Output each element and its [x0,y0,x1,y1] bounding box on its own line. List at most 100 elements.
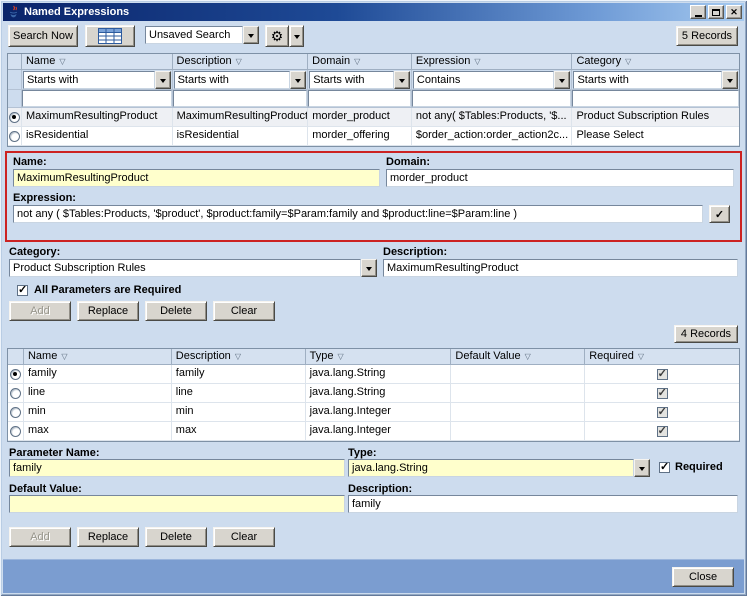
clear-button[interactable]: Clear [213,301,275,321]
filter-row: Starts with Starts with Starts with Cont… [8,70,739,90]
domain-field[interactable] [386,169,734,187]
table-row[interactable]: isResidential isResidential morder_offer… [8,127,739,146]
clear-parameter-button[interactable]: Clear [213,527,275,547]
chevron-down-icon [248,34,254,41]
column-header-required[interactable]: Required [585,349,739,365]
chevron-down-icon[interactable] [634,459,650,477]
column-header-description[interactable]: Description [172,349,306,365]
header-row: Name Description Domain Expression Categ… [8,54,739,70]
restore-icon [712,9,720,16]
filter-input-spacer [8,90,22,108]
row-radio[interactable] [10,426,21,437]
validate-expression-button[interactable]: ✓ [709,205,730,223]
parameters-table: Name Description Type Default Value Requ… [7,348,740,442]
filter-combo-description[interactable]: Starts with [174,71,307,89]
chevron-down-icon[interactable] [394,71,410,89]
cell-name: max [24,422,172,441]
header-row: Name Description Type Default Value Requ… [8,349,739,365]
add-button[interactable]: Add [9,301,71,321]
replace-parameter-button[interactable]: Replace [77,527,139,547]
parameter-row[interactable]: max max java.lang.Integer [8,422,739,441]
filter-combo-category[interactable]: Starts with [573,71,738,89]
chevron-down-icon[interactable] [155,71,171,89]
checkbox-icon[interactable] [17,285,28,296]
parameter-records-count-button[interactable]: 4 Records [674,325,738,343]
row-radio[interactable] [9,112,20,123]
cell-description: line [172,384,306,403]
filter-input-row [8,90,739,108]
records-count-button[interactable]: 5 Records [676,26,738,46]
filter-combo-name[interactable]: Starts with [23,71,171,89]
filter-input-category[interactable] [572,90,739,107]
parameter-row[interactable]: min min java.lang.Integer [8,403,739,422]
saved-search-dropdown-button[interactable] [243,26,259,44]
category-label: Category: [9,246,60,258]
add-parameter-button[interactable]: Add [9,527,71,547]
cell-name: line [24,384,172,403]
search-results-table: Name Description Domain Expression Categ… [7,53,740,147]
settings-button[interactable]: ⚙ [265,25,289,47]
column-header-type[interactable]: Type [306,349,452,365]
filter-icon [521,350,531,362]
required-label: Required [675,461,723,473]
all-parameters-required-checkbox[interactable]: All Parameters are Required [17,284,181,296]
required-checkbox-group[interactable]: Required [659,461,723,473]
row-radio[interactable] [10,407,21,418]
delete-button[interactable]: Delete [145,301,207,321]
row-radio[interactable] [10,369,21,380]
category-combo[interactable]: Product Subscription Rules [9,259,377,277]
chevron-down-icon[interactable] [361,259,377,277]
parameter-description-field[interactable] [348,495,738,513]
table-grid-icon [98,28,122,44]
settings-dropdown-button[interactable] [289,25,304,47]
table-row[interactable]: MaximumResultingProduct MaximumResulting… [8,108,739,127]
delete-parameter-button[interactable]: Delete [145,527,207,547]
column-header-default-value[interactable]: Default Value [451,349,585,365]
filter-icon [621,55,631,67]
row-radio[interactable] [10,388,21,399]
name-label: Name: [13,156,47,168]
name-field[interactable] [13,169,380,187]
filter-input-expression[interactable] [412,90,572,107]
default-value-field[interactable] [9,495,345,513]
titlebar: Named Expressions ✕ [3,3,744,21]
parameter-row[interactable]: line line java.lang.String [8,384,739,403]
column-header-description[interactable]: Description [173,54,309,70]
type-combo[interactable]: java.lang.String [348,459,650,477]
filter-input-name[interactable] [22,90,172,107]
filter-input-description[interactable] [173,90,308,107]
chevron-down-icon[interactable] [722,71,738,89]
cell-type: java.lang.Integer [306,422,452,441]
row-radio[interactable] [9,131,20,142]
filter-combo-domain[interactable]: Starts with [309,71,410,89]
description-field[interactable] [383,259,738,277]
column-header-domain[interactable]: Domain [308,54,412,70]
close-button[interactable]: Close [672,567,734,587]
parameter-row[interactable]: family family java.lang.String [8,365,739,384]
column-header-name[interactable]: Name [22,54,173,70]
results-grid-button[interactable] [85,25,135,47]
column-header-category[interactable]: Category [572,54,739,70]
minimize-button[interactable] [690,5,706,19]
default-value-label: Default Value: [9,483,82,495]
required-checkbox[interactable] [659,462,670,473]
saved-search-combo[interactable]: Unsaved Search [145,26,259,44]
column-header-name[interactable]: Name [24,349,172,365]
restore-button[interactable] [708,5,724,19]
chevron-down-icon[interactable] [554,71,570,89]
parameter-name-field[interactable] [9,459,345,477]
replace-button[interactable]: Replace [77,301,139,321]
filter-input-domain[interactable] [308,90,411,107]
cell-domain: morder_product [308,108,412,127]
cell-description: family [172,365,306,384]
close-window-button[interactable]: ✕ [726,5,742,19]
search-now-button[interactable]: Search Now [8,25,78,47]
expression-field[interactable] [13,205,703,223]
chevron-down-icon [294,35,300,42]
filter-combo-expression[interactable]: Contains [413,71,571,89]
column-header-expression[interactable]: Expression [412,54,573,70]
chevron-down-icon[interactable] [290,71,306,89]
filter-icon [470,55,480,67]
required-checkbox [657,407,668,418]
window-title: Named Expressions [24,6,688,18]
